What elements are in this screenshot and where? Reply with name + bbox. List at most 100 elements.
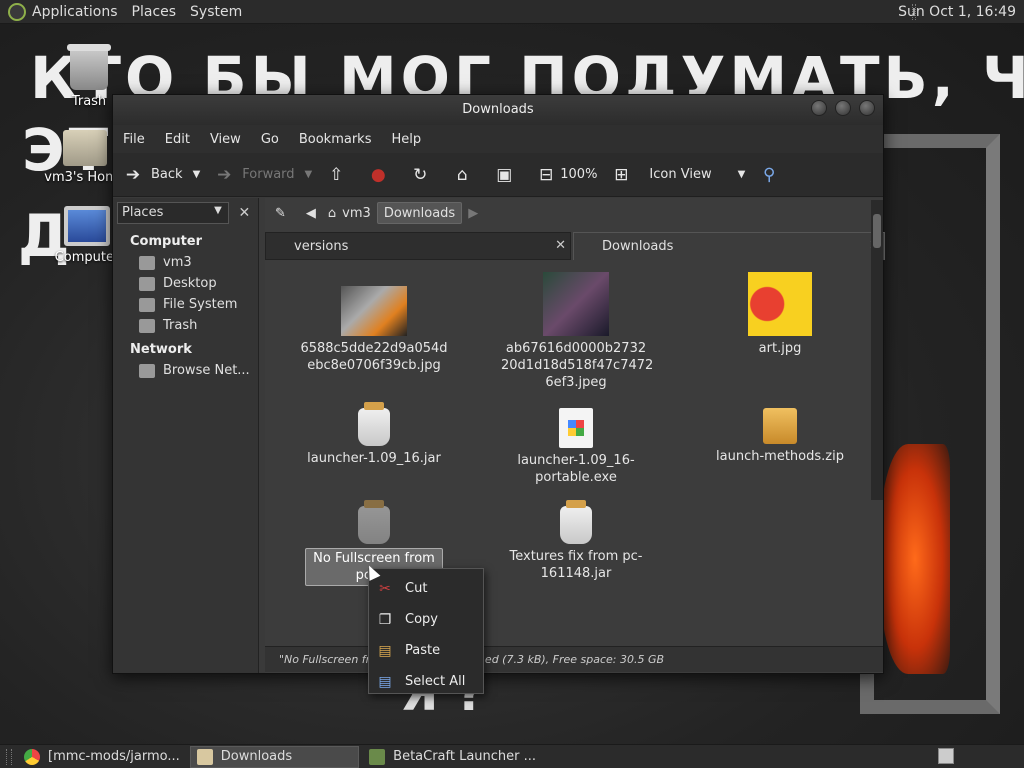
- scrollbar-thumb[interactable]: [873, 214, 881, 248]
- scissors-icon: ✂: [379, 580, 391, 597]
- places-combo-label: Places: [122, 205, 164, 220]
- menu-applications[interactable]: Applications: [32, 4, 118, 20]
- file-item[interactable]: launcher-1.09_16- portable.exe: [501, 408, 651, 486]
- back-history-dropdown[interactable]: ▼: [193, 169, 201, 180]
- desktop-trash-label: Trash: [71, 94, 107, 109]
- context-menu-label: Cut: [405, 581, 428, 596]
- stop-button[interactable]: ●: [368, 165, 396, 185]
- drive-icon: [139, 297, 155, 312]
- chevron-down-icon: ▼: [192, 169, 201, 180]
- toolbar: ➔ Back ▼ ➔ Forward ▼ ⇧ ● ↻ ⌂ ▣ ⊟ 100% ⊞ …: [113, 153, 883, 197]
- jar-file-icon: [560, 500, 592, 544]
- taskbar-grip[interactable]: [6, 748, 12, 765]
- close-sidebar-icon[interactable]: ✕: [235, 203, 254, 223]
- window-titlebar[interactable]: Downloads: [113, 95, 883, 125]
- home-button[interactable]: ⌂: [452, 165, 480, 185]
- reload-button[interactable]: ↻: [410, 165, 438, 185]
- menu-file[interactable]: File: [123, 132, 145, 147]
- exe-file-icon: [559, 408, 593, 448]
- copy-icon: ❐: [378, 611, 392, 628]
- tab-bar: versions ✕ Downloads ✕: [265, 228, 885, 260]
- vertical-scrollbar[interactable]: [871, 200, 883, 500]
- file-item[interactable]: 6588c5dde22d9a054d ebc8e0706f39cb.jpg: [299, 272, 449, 374]
- back-arrow-icon: ➔: [125, 164, 141, 185]
- menu-help[interactable]: Help: [391, 132, 421, 147]
- path-button-label: vm3: [342, 205, 371, 221]
- menu-system[interactable]: System: [190, 4, 242, 20]
- maximize-button[interactable]: [835, 100, 851, 116]
- chevron-right-icon: ▶: [468, 205, 479, 221]
- top-panel: Applications Places System Sun Oct 1, 16…: [0, 0, 1024, 24]
- sidebar-item-label: Trash: [163, 318, 198, 333]
- back-button[interactable]: ➔ Back: [123, 165, 183, 185]
- path-button-vm3[interactable]: ⌂ vm3: [322, 202, 377, 224]
- file-manager-window: Downloads File Edit View Go Bookmarks He…: [112, 94, 885, 674]
- file-name: ab67616d0000b2732 20d1d18d518f47c7472 6e…: [501, 341, 654, 390]
- context-menu-copy[interactable]: ❐ Copy: [369, 604, 483, 635]
- context-menu-cut[interactable]: ✂ Cut: [369, 573, 483, 604]
- computer-button[interactable]: ▣: [494, 165, 522, 185]
- sidebar-item-desktop[interactable]: Desktop: [113, 273, 258, 294]
- context-menu-paste[interactable]: ▤ Paste: [369, 635, 483, 666]
- file-name: 6588c5dde22d9a054d ebc8e0706f39cb.jpg: [300, 341, 448, 373]
- path-bar: ✎ ◀ ⌂ vm3 Downloads ▶: [265, 198, 883, 228]
- workspace-switcher[interactable]: [938, 748, 954, 764]
- search-icon: ⚲: [763, 164, 776, 185]
- close-tab-icon[interactable]: ✕: [555, 238, 566, 253]
- minimize-button[interactable]: [811, 100, 827, 116]
- sidebar-item-label: Desktop: [163, 276, 217, 291]
- distro-logo-icon[interactable]: [8, 2, 26, 21]
- tab-downloads[interactable]: Downloads ✕: [573, 232, 885, 260]
- taskbar-item-label: [mmc-mods/jarmo...: [48, 749, 180, 764]
- desktop-trash[interactable]: Trash: [62, 44, 116, 109]
- menu-edit[interactable]: Edit: [165, 132, 190, 147]
- file-item[interactable]: launch-methods.zip: [705, 408, 855, 465]
- toggle-location-entry-button[interactable]: ✎: [269, 202, 292, 224]
- file-item[interactable]: ab67616d0000b2732 20d1d18d518f47c7472 6e…: [501, 272, 654, 391]
- path-scroll-right-button[interactable]: ▶: [462, 202, 484, 224]
- path-button-downloads[interactable]: Downloads: [376, 202, 463, 224]
- tab-versions[interactable]: versions ✕: [265, 232, 571, 260]
- sidebar-item-file-system[interactable]: File System: [113, 294, 258, 315]
- taskbar-item-betacraft[interactable]: BetaCraft Launcher ...: [363, 746, 542, 768]
- up-button[interactable]: ⇧: [326, 165, 354, 185]
- places-sidebar: Places ▼ ✕ Computer vm3 Desktop File Sys…: [113, 198, 259, 673]
- panel-clock[interactable]: Sun Oct 1, 16:49: [898, 4, 1016, 20]
- menu-go[interactable]: Go: [261, 132, 279, 147]
- chevron-down-icon: ▼: [214, 205, 222, 216]
- places-header: Places ▼ ✕: [113, 198, 258, 228]
- sidebar-item-label: File System: [163, 297, 238, 312]
- edit-icon: ✎: [275, 205, 286, 221]
- search-button[interactable]: ⚲: [759, 165, 787, 185]
- forward-button[interactable]: ➔ Forward: [214, 165, 294, 185]
- taskbar-item-browser[interactable]: [mmc-mods/jarmo...: [18, 746, 186, 768]
- sidebar-item-vm3[interactable]: vm3: [113, 252, 258, 273]
- trash-icon: [139, 318, 155, 333]
- zoom-in-button[interactable]: ⊞: [611, 165, 635, 185]
- view-mode-select[interactable]: Icon View ▼: [649, 167, 745, 182]
- file-item[interactable]: art.jpg: [705, 272, 855, 357]
- menu-view[interactable]: View: [210, 132, 241, 147]
- sidebar-item-browse-network[interactable]: Browse Net...: [113, 360, 258, 381]
- sidebar-item-trash[interactable]: Trash: [113, 315, 258, 336]
- file-item[interactable]: launcher-1.09_16.jar: [299, 402, 449, 467]
- computer-icon: [64, 206, 110, 246]
- taskbar-item-downloads[interactable]: Downloads: [189, 745, 360, 768]
- path-scroll-left-button[interactable]: ◀: [300, 202, 322, 224]
- context-menu-select-all[interactable]: ▤ Select All: [369, 666, 483, 697]
- zoom-out-button[interactable]: ⊟ 100%: [536, 165, 597, 185]
- taskbar-item-label: BetaCraft Launcher ...: [393, 749, 537, 764]
- back-label: Back: [151, 167, 183, 182]
- forward-history-dropdown[interactable]: ▼: [305, 169, 313, 180]
- wallpaper-fire: [880, 444, 950, 674]
- menu-places[interactable]: Places: [132, 4, 177, 20]
- file-item[interactable]: Textures fix from pc- 161148.jar: [501, 500, 651, 582]
- close-window-button[interactable]: [859, 100, 875, 116]
- file-name: launcher-1.09_16.jar: [307, 451, 441, 466]
- places-combo[interactable]: Places ▼: [117, 202, 229, 224]
- jar-file-icon: [358, 500, 390, 544]
- desktop-folder-icon: [139, 276, 155, 291]
- chevron-down-icon: ▼: [304, 169, 313, 180]
- status-text-tail: ed (7.3 kB), Free space: 30.5 GB: [484, 653, 665, 666]
- menu-bookmarks[interactable]: Bookmarks: [299, 132, 372, 147]
